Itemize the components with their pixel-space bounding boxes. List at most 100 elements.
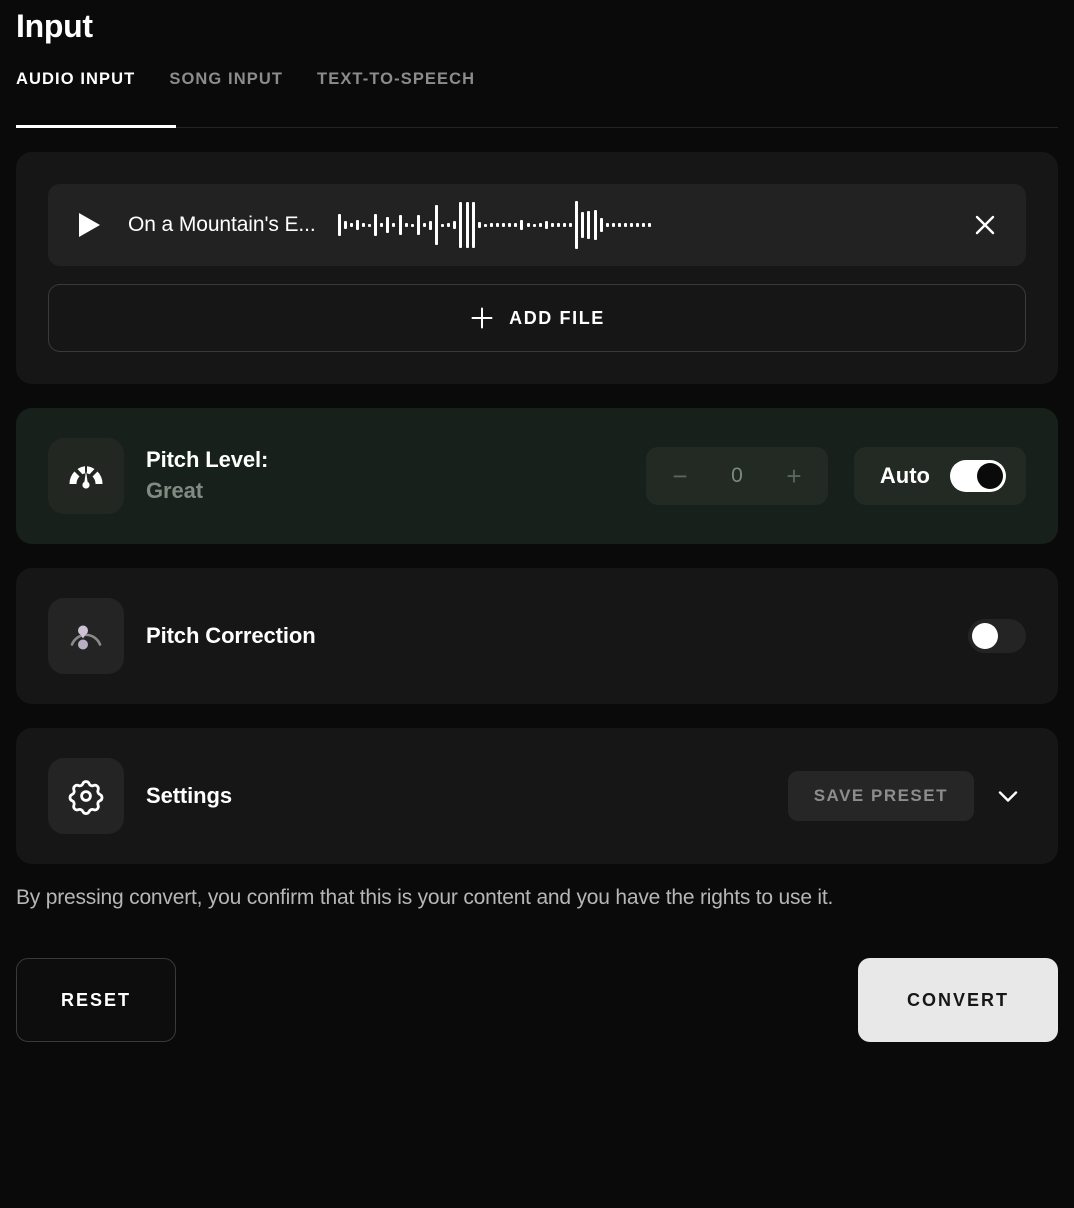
gear-icon [68, 780, 104, 815]
pitch-auto-control[interactable]: Auto [853, 447, 1026, 505]
audio-file-name: On a Mountain's E... [128, 213, 316, 236]
settings-labels: Settings [146, 781, 788, 811]
pitch-level-stepper[interactable]: − 0 + [645, 447, 828, 505]
waveform-bar [508, 223, 512, 227]
pitch-decrement-button[interactable]: − [668, 463, 692, 489]
waveform-bar [593, 210, 597, 240]
toggle-knob [977, 463, 1003, 489]
waveform-bar [386, 217, 390, 233]
tab-text-to-speech[interactable]: TEXT-TO-SPEECH [317, 70, 475, 89]
pitch-auto-label: Auto [879, 463, 930, 488]
waveform-bar [556, 223, 560, 227]
waveform-bar [532, 223, 536, 227]
pitch-level-card: Pitch Level: Great − 0 + Auto [16, 408, 1058, 544]
waveform-bar [471, 202, 475, 248]
waveform-bar [642, 223, 646, 227]
waveform-bar [343, 221, 347, 229]
pitch-correction-card: Pitch Correction [16, 568, 1058, 704]
add-file-button[interactable]: ADD FILE [48, 284, 1026, 352]
waveform-bar [611, 223, 615, 227]
waveform-bar [337, 214, 341, 236]
save-preset-button[interactable]: SAVE PRESET [787, 771, 974, 821]
tab-song-input[interactable]: SONG INPUT [169, 70, 283, 89]
waveform-bar [526, 223, 530, 227]
waveform-bar [587, 211, 591, 239]
waveform-bar [544, 221, 548, 229]
waveform-bar [605, 223, 609, 227]
settings-icon-box [48, 758, 124, 834]
waveform-bar [575, 201, 579, 249]
pitch-level-value: 0 [731, 464, 743, 487]
settings-expand-button[interactable] [990, 778, 1026, 814]
play-icon [78, 213, 100, 237]
waveform-bar [483, 223, 487, 227]
pitch-correction-icon [70, 625, 102, 650]
footer-actions: RESET CONVERT [16, 958, 1058, 1042]
waveform-bar [630, 223, 634, 227]
waveform-bar [599, 218, 603, 232]
waveform-bar [496, 223, 500, 227]
active-tab-indicator [16, 125, 176, 128]
waveform-bar [380, 223, 384, 227]
waveform-bar [410, 223, 414, 227]
waveform-bar [398, 215, 402, 235]
tab-list: AUDIO INPUT SONG INPUT TEXT-TO-SPEECH [16, 70, 1058, 89]
play-button[interactable] [72, 208, 106, 242]
page-title: Input [16, 8, 93, 44]
tab-audio-input[interactable]: AUDIO INPUT [16, 70, 135, 89]
pitch-increment-button[interactable]: + [782, 463, 806, 489]
pitch-correction-toggle[interactable] [968, 619, 1026, 653]
tab-bar: AUDIO INPUT SONG INPUT TEXT-TO-SPEECH [16, 70, 1058, 128]
add-file-label: ADD FILE [509, 307, 605, 328]
settings-title: Settings [146, 783, 232, 808]
waveform-bar [465, 202, 469, 248]
pitch-auto-toggle[interactable] [950, 460, 1006, 492]
chevron-down-icon [998, 791, 1018, 802]
close-icon [975, 215, 995, 235]
waveform-bar [435, 205, 439, 245]
input-page: Input AUDIO INPUT SONG INPUT TEXT-TO-SPE… [0, 0, 1074, 1042]
audio-file-row[interactable]: On a Mountain's E... [48, 184, 1026, 266]
waveform-bar [569, 223, 573, 227]
waveform-bar [368, 223, 372, 227]
remove-file-button[interactable] [966, 206, 1004, 244]
pitch-level-title: Pitch Level: [146, 447, 269, 472]
waveform-bar [581, 212, 585, 238]
pitch-level-icon-box [48, 438, 124, 514]
waveform-bar [538, 223, 542, 227]
waveform-bar [617, 223, 621, 227]
waveform-bar [453, 221, 457, 229]
waveform-bar [489, 223, 493, 227]
waveform-bar [624, 223, 628, 227]
waveform-bar [361, 223, 365, 227]
audio-input-card: On a Mountain's E... ADD FILE [16, 152, 1058, 384]
settings-card: Settings SAVE PRESET [16, 728, 1058, 864]
waveform-bar [392, 223, 396, 227]
waveform-bar [520, 220, 524, 230]
rights-disclaimer: By pressing convert, you confirm that th… [16, 886, 834, 909]
pitch-correction-icon-box [48, 598, 124, 674]
convert-button[interactable]: CONVERT [858, 958, 1058, 1042]
pitch-correction-labels: Pitch Correction [146, 621, 968, 651]
waveform-bar [441, 223, 445, 227]
pitch-level-labels: Pitch Level: Great [146, 445, 646, 507]
waveform-bar [648, 223, 652, 227]
pitch-level-status: Great [146, 478, 203, 503]
audio-waveform[interactable] [337, 200, 946, 250]
waveform-bar [459, 202, 463, 248]
plus-icon [471, 307, 493, 329]
waveform-bar [447, 223, 451, 227]
waveform-bar [514, 223, 518, 227]
toggle-knob [972, 623, 998, 649]
waveform-bar [429, 220, 433, 230]
waveform-bar [422, 223, 426, 227]
waveform-bar [355, 220, 359, 230]
waveform-bar [477, 222, 481, 228]
gauge-icon [69, 466, 103, 489]
waveform-bar [550, 223, 554, 227]
waveform-bar [416, 215, 420, 235]
pitch-correction-title: Pitch Correction [146, 623, 316, 648]
waveform-bar [374, 214, 378, 236]
waveform-bar [349, 223, 353, 227]
reset-button[interactable]: RESET [16, 958, 176, 1042]
